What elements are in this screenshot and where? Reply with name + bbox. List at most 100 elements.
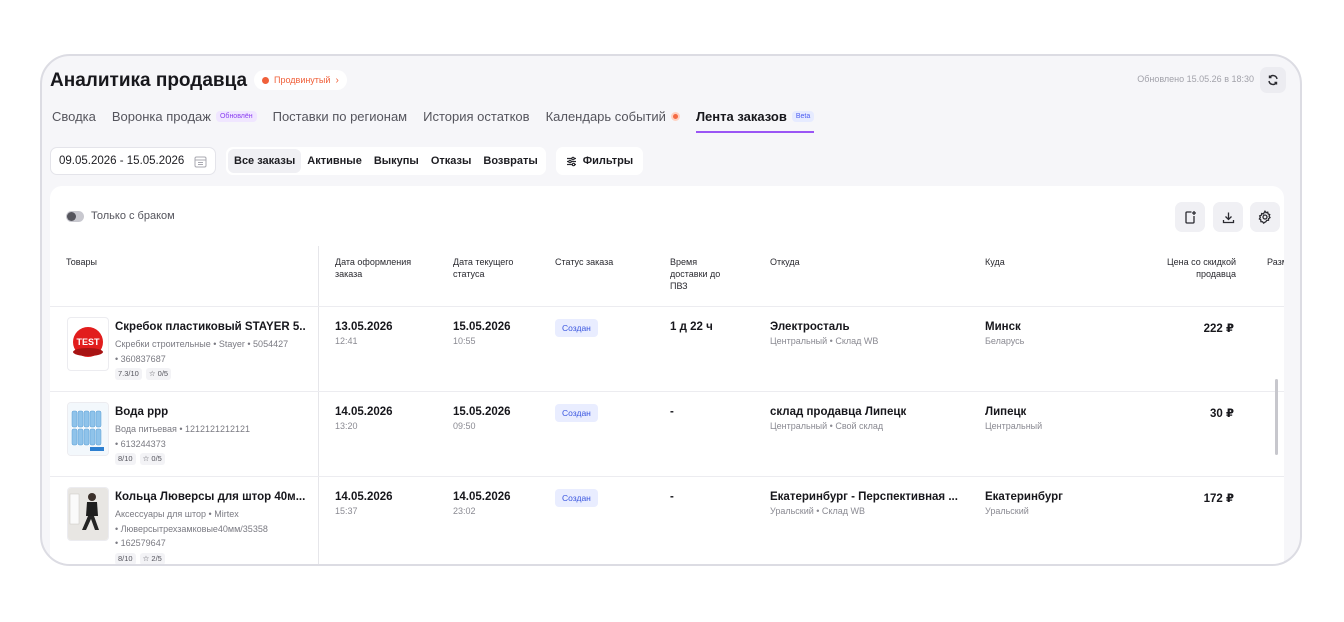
tab-label: Воронка продаж [111,108,211,124]
delivery-time: 1 д 22 ч [670,321,713,333]
product-rating: 7.3/10 ☆ 0/5 [115,368,172,380]
tab-stock-history[interactable]: История остатков [423,106,529,126]
refresh-button[interactable] [1260,67,1286,93]
order-date: 14.05.2026 [335,406,393,418]
product-meta-line: • 613244373 [115,438,166,449]
product-name[interactable]: Скребок пластиковый STAYER 5... [115,321,305,333]
segment-all-orders[interactable]: Все заказы [228,149,302,173]
calendar-icon [194,156,207,167]
tab-event-calendar[interactable]: Календарь событий [546,106,680,126]
tab-label: История остатков [423,108,530,124]
from-cell: Екатеринбург - Перспективная ... Уральск… [770,491,958,516]
tab-regional-supplies[interactable]: Поставки по регионам [273,106,408,126]
new-report-button[interactable] [1175,202,1205,232]
to-cell: Липецк Центральный [985,406,1042,431]
table-row[interactable]: TEST Скребок пластиковый STAYER 5... Скр… [50,306,1284,392]
to-cell: Екатеринбург Уральский [985,491,1063,516]
product-rating: 8/10 ☆ 0/5 [115,453,165,465]
tier-dot-icon [262,76,269,84]
filters-icon [566,156,576,166]
order-date: 13.05.2026 [335,321,393,333]
col-order-status[interactable]: Статус заказа [555,256,613,268]
product-name[interactable]: Кольца Люверсы для штор 40м... [115,491,305,503]
col-from[interactable]: Откуда [770,256,800,268]
order-time: 15:37 [335,506,358,516]
order-date-cell: 13.05.2026 12:41 [335,321,393,346]
status-date: 14.05.2026 [453,491,511,503]
rating-score: 8/10 [115,552,136,564]
to-city: Липецк [985,406,1027,418]
segment-returns[interactable]: Возвраты [477,149,543,173]
product-rating: 8/10 ☆ 2/5 [115,552,165,564]
rating-score: 8/10 [115,453,136,465]
rating-stars: ☆ 0/5 [139,453,165,465]
tab-orders-feed[interactable]: Лента заказов Beta [695,106,815,133]
order-type-segmented-control: Все заказы Активные Выкупы Отказы Возвра… [226,147,546,175]
product-name[interactable]: Вода ррр [115,406,305,418]
product-meta-line: Аксессуары для штор • Mirtex [115,509,239,519]
rating-score: 7.3/10 [115,368,142,380]
product-meta-line: • 360837687 [115,353,166,364]
status-time: 10:55 [453,336,476,346]
delivery-time: - [670,491,674,503]
table-row[interactable]: Кольца Люверсы для штор 40м... Аксессуар… [50,476,1284,564]
tier-badge[interactable]: Продвинутый › [254,70,347,90]
rating-stars: ☆ 2/5 [139,552,165,564]
status-time: 09:50 [453,421,476,431]
col-price[interactable]: Цена со скидкой продавца [1150,256,1236,280]
order-date-cell: 14.05.2026 13:20 [335,406,393,431]
product-meta: Аксессуары для штор • Mirtex • Люверсытр… [115,507,315,564]
price-cell: 30 ₽ [1210,408,1234,420]
product-meta: Вода питьевая • 1212121212121 • 61324437… [115,422,315,466]
from-warehouse: Центральный • Свой склад [770,421,884,431]
order-date: 14.05.2026 [335,491,393,503]
tier-label: Продвинутый [274,75,331,85]
status-time: 23:02 [453,506,476,516]
delivery-time-cell: 1 д 22 ч [670,321,713,333]
order-time: 13:20 [335,421,358,431]
from-city: Екатеринбург - Перспективная ... [770,491,958,503]
from-warehouse: Центральный • Склад WB [770,336,879,346]
to-region: Беларусь [985,336,1025,346]
segment-purchases[interactable]: Выкупы [368,149,425,173]
settings-button[interactable] [1250,202,1280,232]
thumbnail-logo-text: TEST [76,337,100,347]
download-button[interactable] [1213,202,1243,232]
col-delivery-time[interactable]: Время доставки до ПВЗ [670,256,732,292]
status-date: 15.05.2026 [453,406,511,418]
status-badge: Создан [555,489,598,507]
delivery-time-cell: - [670,491,674,503]
col-to[interactable]: Куда [985,256,1005,268]
from-city: склад продавца Липецк [770,406,907,418]
tab-label: Сводка [52,108,96,124]
date-range-picker[interactable]: 09.05.2026 - 15.05.2026 [50,147,216,175]
status-date: 15.05.2026 [453,321,511,333]
col-status-date[interactable]: Дата текущего статуса [453,256,533,280]
to-region: Центральный [985,421,1043,431]
segment-active[interactable]: Активные [301,149,368,173]
segment-refusals[interactable]: Отказы [425,149,478,173]
from-cell: Электросталь Центральный • Склад WB [770,321,878,346]
table-row[interactable]: Вода ррр Вода питьевая • 1212121212121 •… [50,391,1284,477]
col-size[interactable]: Разм [1267,256,1284,268]
updated-badge: Обновлён [215,110,257,122]
updated-timestamp: Обновлено 15.05.26 в 18:30 [1137,74,1254,84]
filters-button[interactable]: Фильтры [555,147,644,175]
col-order-date[interactable]: Дата оформления заказа [335,256,425,280]
new-doc-icon [1184,211,1196,224]
defect-toggle[interactable] [66,210,84,222]
col-goods[interactable]: Товары [66,256,97,268]
status-date-cell: 15.05.2026 09:50 [453,406,511,431]
tab-summary[interactable]: Сводка [52,106,96,126]
settings-icon [1258,210,1271,224]
vertical-scrollbar[interactable] [1275,379,1278,455]
tab-label: Лента заказов [695,108,787,124]
tab-sales-funnel[interactable]: Воронка продаж Обновлён [112,106,257,126]
order-time: 12:41 [335,336,358,346]
defect-filter: Только с браком [66,210,175,222]
to-region: Уральский [985,506,1029,516]
defect-toggle-label: Только с браком [91,210,175,222]
status-date-cell: 14.05.2026 23:02 [453,491,511,516]
filter-toolbar: 09.05.2026 - 15.05.2026 Все заказы Актив… [50,146,644,176]
tab-label: Календарь событий [545,108,666,124]
